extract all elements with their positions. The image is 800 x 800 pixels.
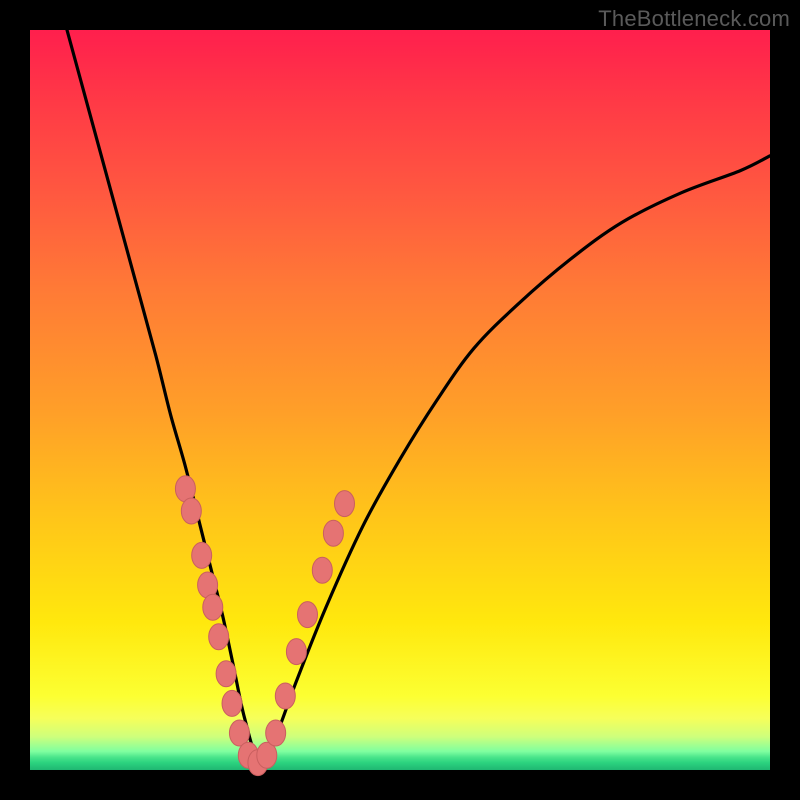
bottleneck-curve: [67, 30, 770, 763]
curve-marker: [266, 720, 286, 746]
curve-marker: [286, 639, 306, 665]
curve-markers: [175, 476, 354, 776]
curve-marker: [209, 624, 229, 650]
curve-marker: [298, 602, 318, 628]
chart-frame: TheBottleneck.com: [0, 0, 800, 800]
chart-svg: [30, 30, 770, 770]
curve-marker: [275, 683, 295, 709]
curve-marker: [192, 542, 212, 568]
curve-marker: [181, 498, 201, 524]
curve-marker: [335, 491, 355, 517]
curve-marker: [203, 594, 223, 620]
curve-marker: [312, 557, 332, 583]
curve-marker: [216, 661, 236, 687]
curve-path-group: [67, 30, 770, 763]
watermark-text: TheBottleneck.com: [598, 6, 790, 32]
plot-area: [30, 30, 770, 770]
curve-marker: [222, 690, 242, 716]
curve-marker: [323, 520, 343, 546]
